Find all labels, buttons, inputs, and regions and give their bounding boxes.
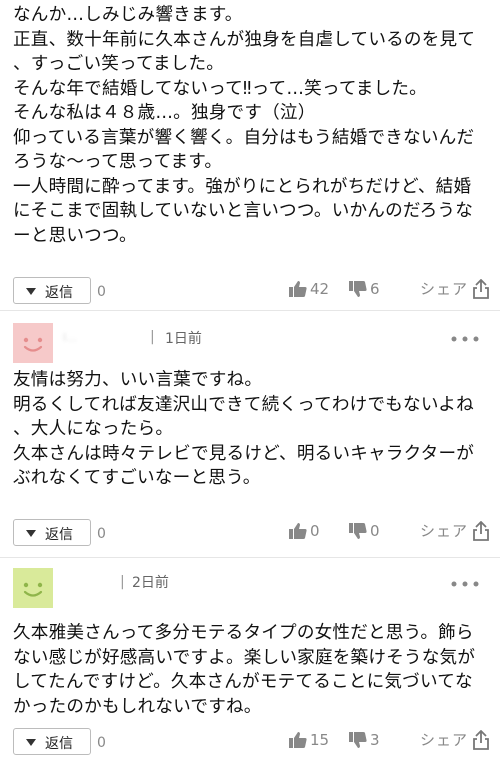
comment-header: I... | 1日前 <box>13 323 490 363</box>
reply-label: 返信 <box>45 736 73 752</box>
dislike-button[interactable]: 3 <box>349 731 380 749</box>
dislike-button[interactable]: 6 <box>349 280 380 298</box>
like-button[interactable]: 42 <box>289 280 329 298</box>
comment-text: なんか…しみじみ響きます。 正直、数十年前に久本さんが独身を自虐しているのを見て… <box>13 5 476 246</box>
reply-button[interactable]: 返信 <box>13 519 91 546</box>
like-button[interactable]: 15 <box>289 731 329 749</box>
username[interactable]: I... <box>63 331 118 345</box>
dislike-count: 0 <box>370 522 380 540</box>
thumbs-down-icon <box>349 523 367 539</box>
more-options-icon[interactable] <box>450 335 480 343</box>
reply-label: 返信 <box>45 285 73 301</box>
comment-header: | 2日前 <box>13 568 490 608</box>
share-label: シェア <box>419 522 468 540</box>
post-date: 1日前 <box>165 331 202 347</box>
more-options-icon[interactable] <box>450 580 480 588</box>
caret-down-icon <box>26 739 36 746</box>
comment-2: I... | 1日前 友情は努力、いい言葉ですね。 明るくしてれば友達沢山できて… <box>0 311 500 557</box>
avatar <box>13 323 53 363</box>
thumbs-up-icon <box>289 523 307 539</box>
comment-text: 友情は努力、いい言葉ですね。 明るくしてれば友達沢山できて続くってわけでもないよ… <box>13 370 475 488</box>
share-icon <box>473 278 489 299</box>
dislike-count: 3 <box>370 731 380 749</box>
separator-bar: | <box>150 329 155 345</box>
share-icon <box>473 729 489 750</box>
dislike-button[interactable]: 0 <box>349 522 380 540</box>
share-button[interactable]: シェア <box>420 520 490 541</box>
reply-count: 0 <box>97 735 106 751</box>
like-count: 15 <box>310 731 330 749</box>
like-count: 42 <box>310 280 330 298</box>
post-date: 2日前 <box>132 575 169 591</box>
thumbs-down-icon <box>349 732 367 748</box>
share-label: シェア <box>419 280 468 298</box>
caret-down-icon <box>26 288 36 295</box>
comment-actions: 返信 0 42 6 シェア <box>13 277 490 307</box>
comment-3: | 2日前 久本雅美さんって多分モテるタイプの女性だと思う。飾ら ない感じが好感… <box>0 558 500 771</box>
caret-down-icon <box>26 530 36 537</box>
reply-count: 0 <box>97 284 106 300</box>
comment-actions: 返信 0 0 0 シェア <box>13 519 490 549</box>
avatar <box>13 568 53 608</box>
comment-text: 久本雅美さんって多分モテるタイプの女性だと思う。飾ら ない感じが好感高いですよ。… <box>13 623 476 717</box>
reply-label: 返信 <box>45 527 73 543</box>
reply-button[interactable]: 返信 <box>13 728 91 755</box>
like-button[interactable]: 0 <box>289 522 320 540</box>
comment-1: なんか…しみじみ響きます。 正直、数十年前に久本さんが独身を自虐しているのを見て… <box>0 0 500 310</box>
reply-button[interactable]: 返信 <box>13 277 91 304</box>
separator-bar: | <box>120 574 125 590</box>
like-count: 0 <box>310 522 320 540</box>
thumbs-down-icon <box>349 281 367 297</box>
dislike-count: 6 <box>370 280 380 298</box>
thumbs-up-icon <box>289 732 307 748</box>
share-button[interactable]: シェア <box>420 278 490 299</box>
reply-count: 0 <box>97 526 106 542</box>
thumbs-up-icon <box>289 281 307 297</box>
share-label: シェア <box>419 731 468 749</box>
comment-actions: 返信 0 15 3 シェア <box>13 728 490 758</box>
share-icon <box>473 520 489 541</box>
share-button[interactable]: シェア <box>420 729 490 750</box>
username[interactable] <box>63 576 118 590</box>
